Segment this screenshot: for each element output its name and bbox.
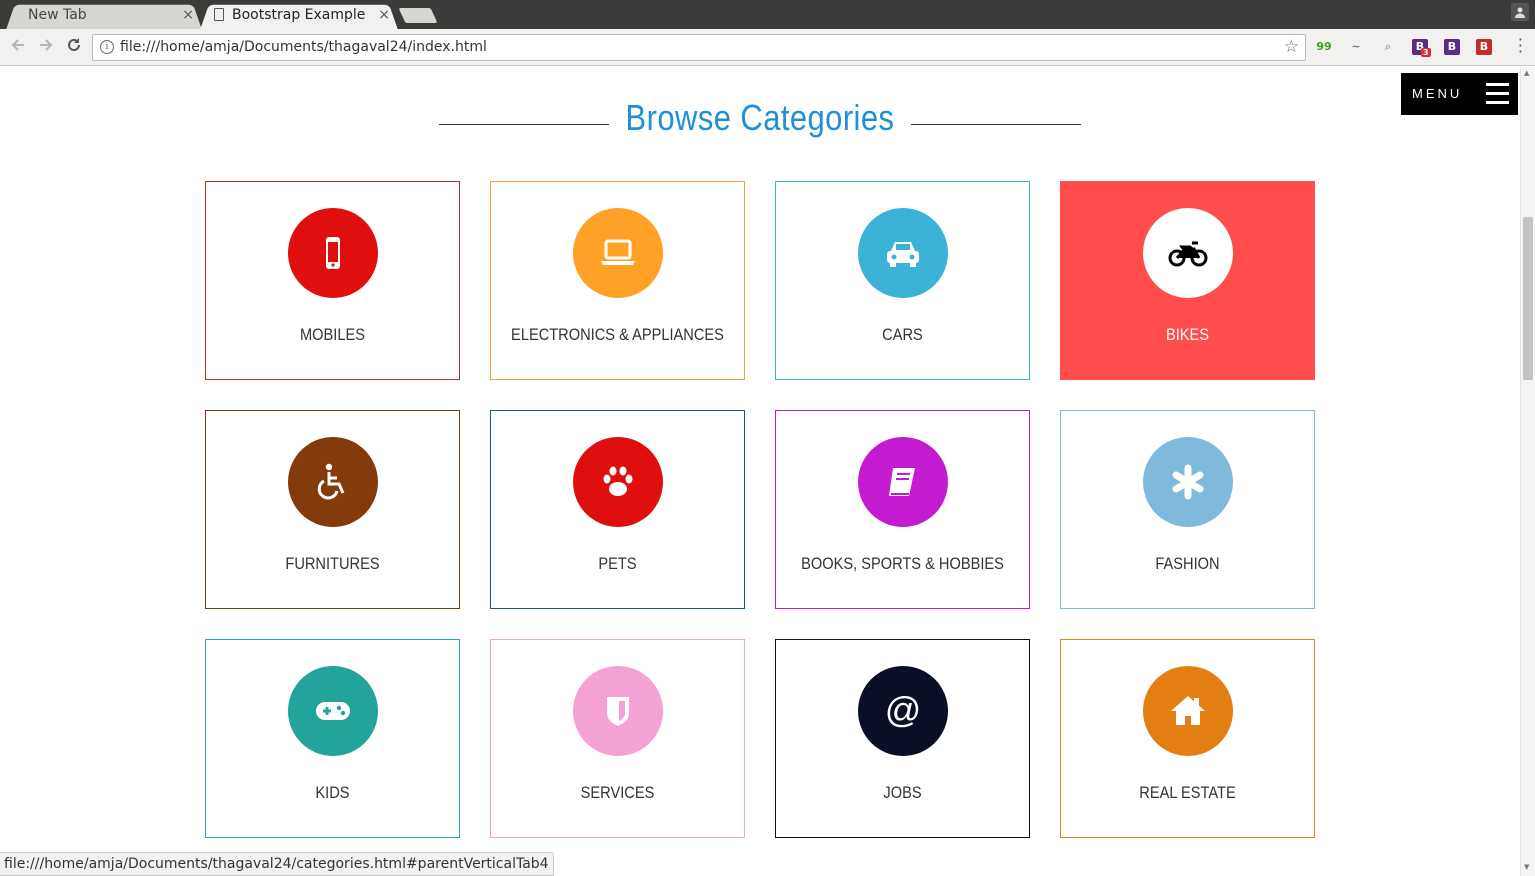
tab-title: New Tab (28, 7, 87, 23)
category-label: FASHION (1155, 554, 1220, 573)
category-card-cars[interactable]: CARS (775, 181, 1030, 380)
extension-badge: 3 (1421, 48, 1431, 57)
tab-close-icon[interactable]: × (182, 2, 194, 28)
bookmark-star-icon[interactable]: ☆ (1284, 37, 1299, 57)
page-document-icon (214, 8, 224, 21)
scroll-down-arrow-icon[interactable]: ▼ (1524, 863, 1529, 871)
ext-bootstrap-icon[interactable]: B (1444, 39, 1460, 55)
reload-icon[interactable] (64, 37, 84, 57)
ext-bootstrap-icon[interactable]: B3 (1412, 39, 1431, 57)
profile-icon[interactable] (1511, 3, 1529, 21)
gamepad-icon (288, 666, 378, 756)
page-viewport: MENU Browse Categories MOBILES ELECTRONIC… (0, 67, 1520, 876)
category-label: FURNITURES (285, 554, 380, 573)
address-bar[interactable]: i file:///home/amja/Documents/thagaval24… (92, 34, 1306, 61)
category-card-mobiles[interactable]: MOBILES (205, 181, 460, 380)
wheelchair-icon (288, 437, 378, 527)
back-arrow-icon[interactable] (8, 37, 28, 57)
category-label: BIKES (1165, 325, 1210, 344)
category-label: KIDS (315, 783, 350, 802)
svg-text:@: @ (885, 691, 922, 730)
category-label: BOOKS, SPORTS & HOBBIES (801, 554, 1004, 573)
address-url: file:///home/amja/Documents/thagaval24/i… (120, 39, 487, 55)
category-label: JOBS (883, 783, 922, 802)
category-label: CARS (882, 325, 923, 344)
motorcycle-icon (1143, 208, 1233, 298)
scroll-up-arrow-icon[interactable]: ▲ (1524, 69, 1529, 77)
tab-title: Bootstrap Example (232, 7, 366, 23)
asterisk-icon (1143, 437, 1233, 527)
category-card-kids[interactable]: KIDS (205, 639, 460, 838)
category-card-real-estate[interactable]: REAL ESTATE (1060, 639, 1315, 838)
category-card-electronics-appliances[interactable]: ELECTRONICS & APPLIANCES (490, 181, 745, 380)
category-label: PETS (598, 554, 637, 573)
category-card-fashion[interactable]: FASHION (1060, 410, 1315, 609)
category-card-books-sports-hobbies[interactable]: BOOKS, SPORTS & HOBBIES (775, 410, 1030, 609)
category-label: MOBILES (299, 325, 366, 344)
new-tab-button[interactable] (398, 8, 438, 23)
browser-menu-icon[interactable]: · · · (1518, 32, 1523, 60)
site-info-icon[interactable]: i (100, 40, 114, 54)
ext-bootstrap-red-icon[interactable]: B (1476, 39, 1492, 55)
category-card-jobs[interactable]: @ JOBS (775, 639, 1030, 838)
car-icon (858, 208, 948, 298)
section-heading: Browse Categories (0, 97, 1520, 147)
home-icon (1143, 666, 1233, 756)
tab-new-tab[interactable]: New Tab × (6, 2, 202, 30)
mobile-phone-icon (288, 208, 378, 298)
book-icon (858, 437, 948, 527)
category-card-furnitures[interactable]: FURNITURES (205, 410, 460, 609)
tab-bootstrap-example[interactable]: Bootstrap Example × (200, 2, 398, 30)
tab-strip: New Tab × Bootstrap Example × (0, 0, 1535, 30)
category-card-services[interactable]: SERVICES (490, 639, 745, 838)
status-bar-url: file:///home/amja/Documents/thagaval24/c… (0, 852, 554, 876)
ext-leaf-icon[interactable]: ~ (1348, 39, 1364, 55)
ext-search-icon[interactable]: ⌕ (1380, 39, 1396, 55)
scroll-thumb[interactable] (1523, 217, 1533, 380)
browser-toolbar: i file:///home/amja/Documents/thagaval24… (0, 29, 1535, 66)
forward-arrow-icon[interactable] (36, 37, 56, 57)
tab-close-icon[interactable]: × (378, 2, 390, 28)
heading-divider-right (911, 124, 1081, 125)
laptop-icon (573, 208, 663, 298)
at-sign-icon: @ (858, 666, 948, 756)
scrollbar[interactable]: ▲ ▼ (1520, 67, 1535, 876)
paw-icon (573, 437, 663, 527)
category-card-pets[interactable]: PETS (490, 410, 745, 609)
category-label: ELECTRONICS & APPLIANCES (511, 325, 724, 344)
category-label: SERVICES (580, 783, 655, 802)
ext-tracker-icon[interactable]: 99 (1316, 39, 1332, 55)
page-title: Browse Categories (625, 97, 895, 138)
category-card-bikes[interactable]: BIKES (1060, 181, 1315, 380)
shield-icon (573, 666, 663, 756)
category-label: REAL ESTATE (1139, 783, 1236, 802)
